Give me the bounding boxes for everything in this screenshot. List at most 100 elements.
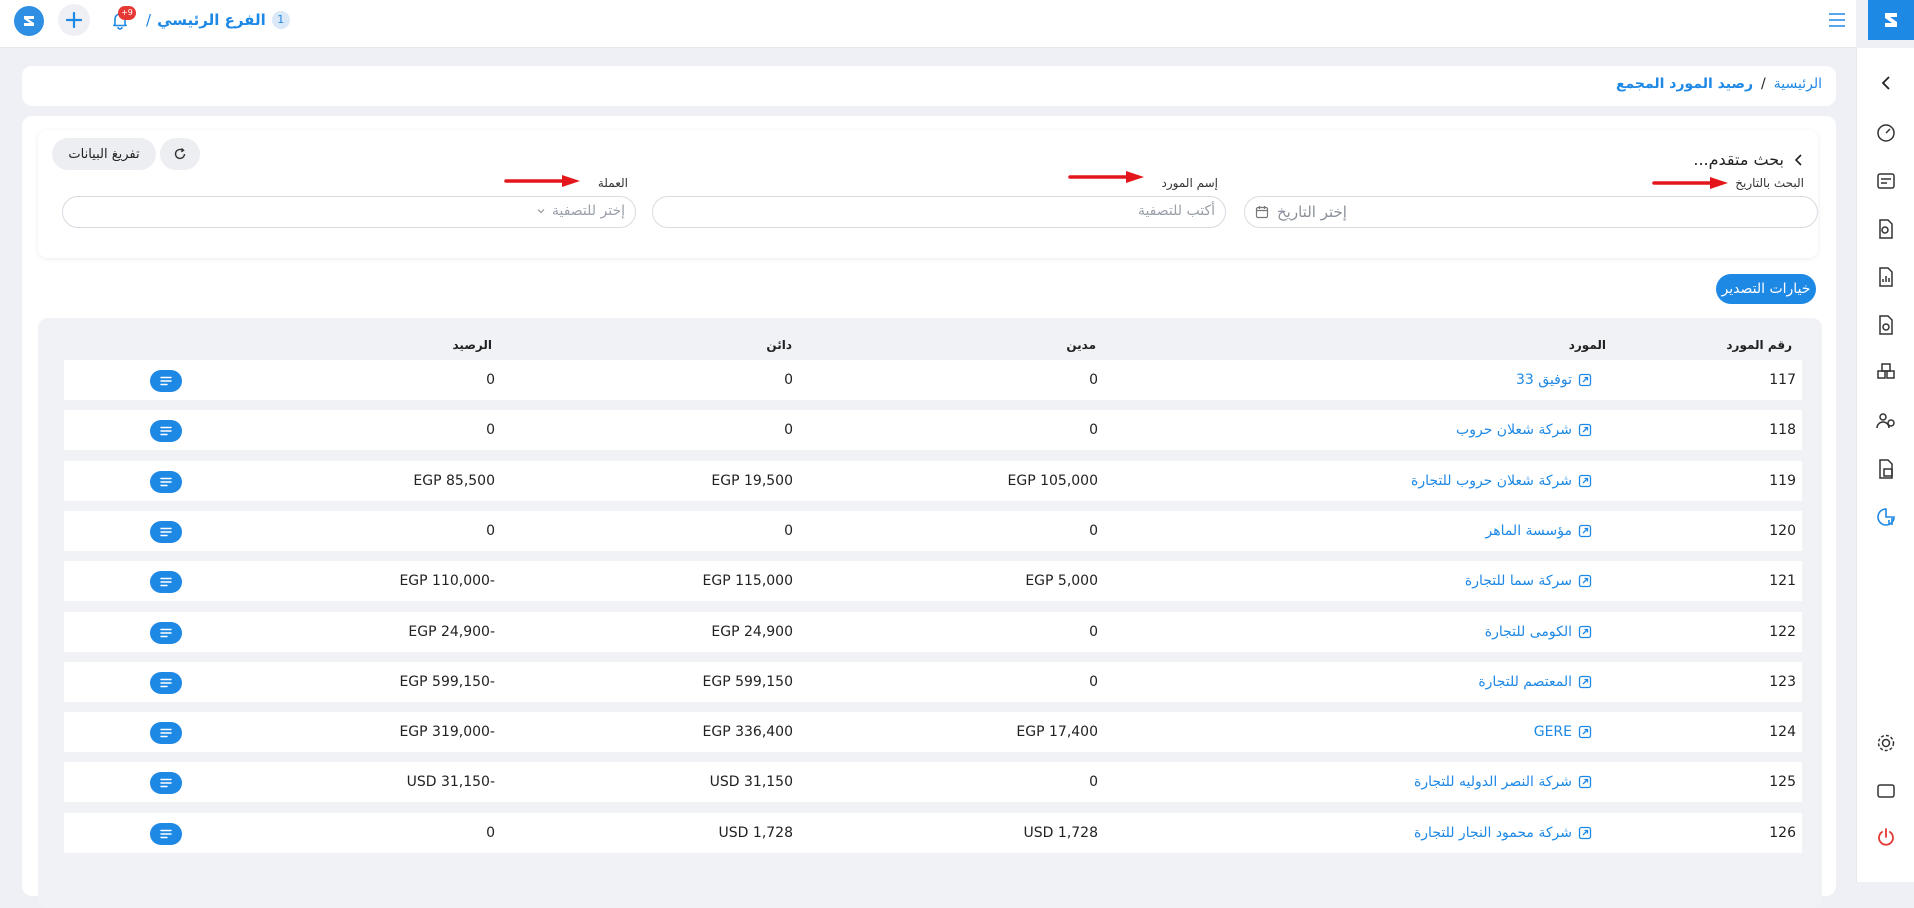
list-icon	[160, 678, 172, 687]
row-details-button[interactable]	[150, 571, 182, 594]
date-filter-placeholder: إختر التاريخ	[1277, 203, 1347, 221]
cell-supplier-number: 123	[1769, 673, 1796, 690]
cell-debit: EGP 5,000	[1025, 573, 1098, 590]
arrow-annotation-currency	[504, 175, 580, 187]
row-details-button[interactable]	[150, 671, 182, 694]
calendar-icon	[1255, 206, 1269, 219]
supplier-link[interactable]: مؤسسة الماهر	[1485, 511, 1592, 551]
rail-item-reports[interactable]	[1871, 262, 1901, 292]
cell-debit: 0	[1089, 522, 1098, 539]
breadcrumb-home[interactable]: الرئيسية	[1774, 76, 1822, 92]
cell-balance: 0	[486, 422, 495, 439]
header-credit: دائن	[766, 338, 792, 352]
row-details-button[interactable]	[150, 520, 182, 543]
advanced-search-label: بحث متقدم...	[1693, 150, 1784, 169]
supplier-filter-input[interactable]: أكتب للتصفية	[652, 196, 1226, 228]
supplier-link[interactable]: توفيق 33	[1516, 360, 1592, 400]
rail-item-sales[interactable]	[1871, 166, 1901, 196]
table-row: 117 توفيق 33 0 0 0	[64, 360, 1802, 400]
cell-supplier-number: 124	[1769, 724, 1796, 741]
window-icon	[1877, 784, 1895, 798]
external-link-icon	[1578, 625, 1592, 638]
cell-credit: EGP 115,000	[702, 573, 793, 590]
users-icon	[1876, 413, 1895, 429]
list-icon	[160, 829, 172, 838]
document-search-icon	[1879, 219, 1893, 239]
date-filter-label: البحث بالتاريخ	[1735, 176, 1804, 190]
row-details-button[interactable]	[150, 822, 182, 845]
cell-supplier-name: شركة النصر الدوليه للتجارة	[1413, 774, 1572, 791]
supplier-link[interactable]: شركة النصر الدوليه للتجارة	[1414, 762, 1592, 802]
supplier-link[interactable]: شركة محمود النجار للتجارة	[1414, 813, 1592, 853]
notifications-button[interactable]: +9	[104, 4, 136, 36]
currency-filter-select[interactable]: إختر للتصفية	[62, 196, 636, 228]
rail-item-analytics[interactable]	[1871, 502, 1901, 532]
row-details-button[interactable]	[150, 722, 182, 745]
cell-balance: EGP 24,900-	[408, 623, 495, 640]
external-link-icon	[1578, 675, 1592, 688]
menu-toggle-button[interactable]	[1825, 9, 1849, 31]
rail-item-accounts[interactable]	[1871, 454, 1901, 484]
cell-supplier-name: شركة شعلان حروب	[1456, 422, 1572, 439]
cell-debit: 0	[1089, 372, 1098, 388]
cell-supplier-number: 119	[1769, 472, 1796, 489]
breadcrumb-separator: /	[1761, 76, 1766, 92]
chevron-down-icon	[537, 209, 545, 214]
cell-balance: 0	[486, 824, 495, 841]
row-details-button[interactable]	[150, 470, 182, 493]
cell-debit: EGP 17,400	[1016, 724, 1098, 741]
supplier-filter-placeholder: أكتب للتصفية	[1137, 203, 1215, 219]
export-options-button[interactable]: خيارات التصدير	[1716, 274, 1816, 304]
supplier-link[interactable]: شركة شعلان حروب	[1456, 410, 1592, 450]
brand-logo-icon	[1885, 13, 1897, 27]
cell-supplier-number: 120	[1769, 522, 1796, 539]
advanced-search-toggle[interactable]: بحث متقدم...	[1693, 150, 1804, 169]
date-filter-input[interactable]: إختر التاريخ	[1244, 196, 1818, 228]
row-details-button[interactable]	[150, 621, 182, 644]
add-button[interactable]	[58, 4, 90, 36]
chevron-left-icon	[1881, 76, 1890, 90]
currency-filter-label: العملة	[597, 176, 628, 190]
branch-selector[interactable]: 1 الفرع الرئيسي /	[146, 9, 290, 31]
cell-supplier-name: توفيق 33	[1516, 372, 1572, 388]
cell-credit: EGP 336,400	[702, 724, 793, 741]
cell-supplier-name: شركة محمود النجار للتجارة	[1413, 824, 1572, 841]
row-details-button[interactable]	[150, 772, 182, 795]
list-icon	[160, 527, 172, 537]
row-details-button[interactable]	[150, 370, 182, 392]
cell-supplier-number: 122	[1769, 623, 1796, 640]
currency-filter-placeholder: إختر للتصفية	[551, 203, 625, 219]
cell-debit: 0	[1089, 673, 1098, 690]
rail-item-inventory[interactable]	[1871, 358, 1901, 388]
collapse-button[interactable]	[1871, 68, 1901, 98]
header-balance: الرصيد	[452, 338, 492, 352]
cell-credit: 0	[784, 422, 793, 439]
logout-button[interactable]	[1871, 822, 1901, 852]
header-supplier: المورد	[1568, 338, 1606, 352]
external-link-icon	[1578, 373, 1592, 387]
pie-chart-icon	[1877, 508, 1895, 526]
list-icon	[160, 779, 172, 788]
arrow-annotation-date	[1652, 177, 1728, 189]
fullscreen-button[interactable]	[1871, 776, 1901, 806]
brand-logo[interactable]	[1868, 0, 1914, 40]
supplier-link[interactable]: المعتصم للتجارة	[1478, 662, 1592, 702]
supplier-link[interactable]: شركة شعلان حروب للتجارة	[1411, 461, 1592, 501]
supplier-link[interactable]: الكومى للتجارة	[1485, 612, 1592, 652]
rail-item-dashboard[interactable]	[1871, 118, 1901, 148]
supplier-link[interactable]: GERE	[1534, 712, 1592, 752]
settings-button[interactable]	[1871, 728, 1901, 758]
supplier-filter-label: إسم المورد	[1161, 176, 1218, 190]
cell-credit: 0	[784, 522, 793, 539]
rail-item-users[interactable]	[1871, 406, 1901, 436]
supplier-link[interactable]: سركة سما للتجارة	[1465, 561, 1592, 601]
rail-item-purchases[interactable]	[1871, 310, 1901, 340]
app-logo[interactable]	[14, 6, 44, 36]
table-row: 125 شركة النصر الدوليه للتجارة 0 USD 31,150…	[64, 762, 1802, 803]
clear-data-button[interactable]: تفريغ البيانات	[52, 138, 156, 170]
cell-supplier-name: سركة سما للتجارة	[1464, 573, 1572, 590]
row-details-button[interactable]	[150, 420, 182, 443]
external-link-icon	[1578, 474, 1592, 487]
rail-item-search-docs[interactable]	[1871, 214, 1901, 244]
refresh-button[interactable]	[160, 138, 200, 170]
